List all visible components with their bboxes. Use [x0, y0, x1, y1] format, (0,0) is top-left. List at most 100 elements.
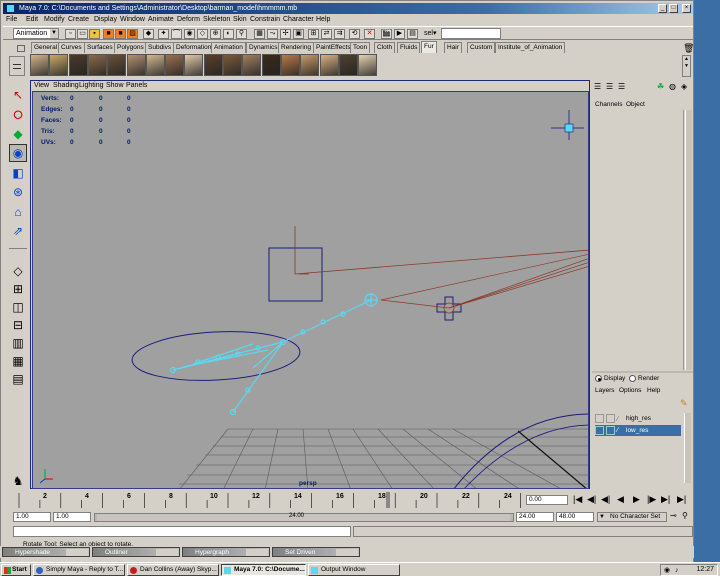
move-tool-icon[interactable]: ◆: [9, 125, 27, 143]
time-slider-ruler[interactable]: [11, 490, 531, 510]
single-perspective-layout-icon[interactable]: ◇: [9, 262, 27, 280]
minimized-window-hypershade[interactable]: Hypershade: [2, 547, 90, 557]
lasso-tool-icon[interactable]: ⭘: [9, 106, 27, 124]
fur-preset-swatch[interactable]: [184, 54, 204, 76]
shelf-tab-dynamics[interactable]: Dynamics: [246, 42, 281, 53]
step-back-key-button[interactable]: ◀|: [587, 494, 596, 505]
fur-preset-swatch[interactable]: [165, 54, 185, 76]
layers-menu-options[interactable]: Options: [619, 387, 641, 394]
shelf-tab-surfaces[interactable]: Surfaces: [84, 42, 116, 53]
persp-outliner-layout-icon[interactable]: ◫: [9, 298, 27, 316]
shelf-tab-subdivs[interactable]: Subdivs: [145, 42, 175, 53]
inputs-icon[interactable]: ⇄: [321, 29, 332, 39]
snap-curve-icon[interactable]: ⤳: [267, 29, 278, 39]
shelf-tab-painteffects[interactable]: PaintEffects: [313, 42, 354, 53]
minimize-button[interactable]: _: [658, 4, 667, 13]
select-component-icon[interactable]: ▨: [127, 29, 138, 39]
shelf-tab-custom[interactable]: Custom: [467, 42, 496, 53]
channel-box-toggle-icon[interactable]: ◈: [681, 83, 690, 92]
layer-row-high-res[interactable]: ∕ high_res: [595, 413, 681, 424]
fur-preset-swatch[interactable]: [107, 54, 127, 76]
viewport-menu-view[interactable]: View: [34, 82, 49, 89]
viewport-menu-show[interactable]: Show: [106, 82, 124, 89]
menu-edit[interactable]: Edit: [26, 15, 38, 25]
layer-type-toggle[interactable]: [606, 414, 615, 423]
step-back-frame-button[interactable]: ◀|: [601, 494, 610, 505]
shelf-tab-rendering[interactable]: Rendering: [278, 42, 314, 53]
rendering-mask-icon[interactable]: ◐: [223, 29, 234, 39]
shelf-menu-icon[interactable]: [17, 45, 25, 52]
channel-box-tab-object[interactable]: Object: [626, 101, 645, 108]
layer-visibility-toggle[interactable]: [595, 426, 604, 435]
status-toggle-icon[interactable]: ♞: [9, 472, 27, 490]
shelf-tab-polygons[interactable]: Polygons: [114, 42, 147, 53]
range-slider-bar[interactable]: 24.00: [94, 513, 514, 522]
menu-animate[interactable]: Animate: [148, 15, 174, 25]
task-maya[interactable]: Maya 7.0: C:\Docume...: [221, 564, 306, 576]
scale-tool-icon[interactable]: ◧: [9, 164, 27, 182]
menu-window[interactable]: Window: [120, 15, 145, 25]
curve-mask-icon[interactable]: ⌒: [171, 29, 182, 39]
snap-view-plane-icon[interactable]: ▣: [293, 29, 304, 39]
start-time-field[interactable]: 1.00: [13, 512, 51, 522]
shelf-tab-animation[interactable]: Animation: [211, 42, 246, 53]
persp-graph-layout-icon[interactable]: ⊟: [9, 316, 27, 334]
fur-preset-swatch[interactable]: [30, 54, 49, 76]
universal-manipulator-icon[interactable]: ⊛: [9, 183, 27, 201]
channel-box-scrollbar[interactable]: [685, 110, 692, 370]
minimized-window-set-driven[interactable]: Set Driven: [272, 547, 360, 557]
fur-preset-swatch[interactable]: [261, 54, 281, 76]
fur-preset-swatch[interactable]: [358, 54, 378, 76]
snap-point-icon[interactable]: ✢: [280, 29, 291, 39]
fur-preset-swatch[interactable]: [87, 54, 107, 76]
misc-mask-icon[interactable]: ⚲: [236, 29, 247, 39]
shelf-tab-toon[interactable]: Toon: [350, 42, 371, 53]
menu-create[interactable]: Create: [68, 15, 89, 25]
menu-file[interactable]: File: [6, 15, 17, 25]
menu-character[interactable]: Character: [283, 15, 314, 25]
time-slider[interactable]: 2 4 6 8 10 12 14 16 18 20 22 24 0.00 |◀ …: [3, 490, 693, 510]
menu-set-dropdown[interactable]: Animation ▼: [13, 28, 59, 39]
shelf-tab-curves[interactable]: Curves: [58, 42, 85, 53]
render-current-icon[interactable]: 🎬: [381, 29, 392, 39]
fur-preset-swatch[interactable]: [145, 54, 165, 76]
perspective-viewport[interactable]: Verts: Edges: Faces: Tris: UVs: 0 0 0 0 …: [32, 91, 589, 489]
trash-icon[interactable]: 🗑: [683, 43, 694, 54]
shelf-tab-hair[interactable]: Hair: [444, 42, 462, 53]
mel-command-input[interactable]: [13, 526, 351, 537]
auto-key-icon[interactable]: ⊸: [670, 511, 677, 520]
selection-field-input[interactable]: [441, 28, 501, 39]
character-set-dropdown[interactable]: ▼ No Character Set: [597, 512, 667, 522]
layers-menu-help[interactable]: Help: [647, 387, 660, 394]
layers-menu-layers[interactable]: Layers: [595, 387, 615, 394]
shelf-tab-fluids[interactable]: Fluids: [397, 42, 421, 53]
minimized-window-outliner[interactable]: Outliner: [92, 547, 180, 557]
shelf-tab-fur[interactable]: Fur: [421, 41, 437, 53]
menu-help[interactable]: Help: [316, 15, 330, 25]
fur-preset-swatch[interactable]: [49, 54, 69, 76]
save-scene-icon[interactable]: ▪: [89, 29, 100, 39]
viewport-menu-panels[interactable]: Panels: [126, 82, 147, 89]
step-forward-frame-button[interactable]: |▶: [647, 494, 656, 505]
layer-editor-scrollbar[interactable]: [684, 413, 691, 483]
fur-preset-swatch[interactable]: [223, 54, 242, 76]
menu-constrain[interactable]: Constrain: [250, 15, 280, 25]
fur-preset-swatch[interactable]: [319, 54, 339, 76]
animation-preferences-icon[interactable]: ⚲: [682, 511, 688, 520]
menu-skin[interactable]: Skin: [233, 15, 247, 25]
layer-visibility-toggle[interactable]: [595, 414, 604, 423]
select-object-icon[interactable]: ■: [115, 29, 126, 39]
construction-history-off-icon[interactable]: ✕: [364, 29, 375, 39]
layer-type-toggle[interactable]: [606, 426, 615, 435]
playback-start-field[interactable]: 1.00: [53, 512, 91, 522]
minimized-window-hypergraph[interactable]: Hypergraph: [182, 547, 270, 557]
four-view-layout-icon[interactable]: ⊞: [9, 280, 27, 298]
selection-field-label[interactable]: sel▾: [424, 29, 436, 37]
channel-box-layout-icon[interactable]: ☰: [594, 83, 602, 92]
render-globals-icon[interactable]: ▤: [407, 29, 418, 39]
task-skype[interactable]: Dan Collins (Away) Skyp...: [127, 564, 219, 576]
range-slider-thumb[interactable]: 24.00: [97, 513, 510, 521]
viewport-menu-shading[interactable]: Shading: [53, 82, 79, 89]
menu-display[interactable]: Display: [94, 15, 117, 25]
shelf-tab-institute-of-animation[interactable]: Institute_of_Animation: [495, 42, 566, 53]
